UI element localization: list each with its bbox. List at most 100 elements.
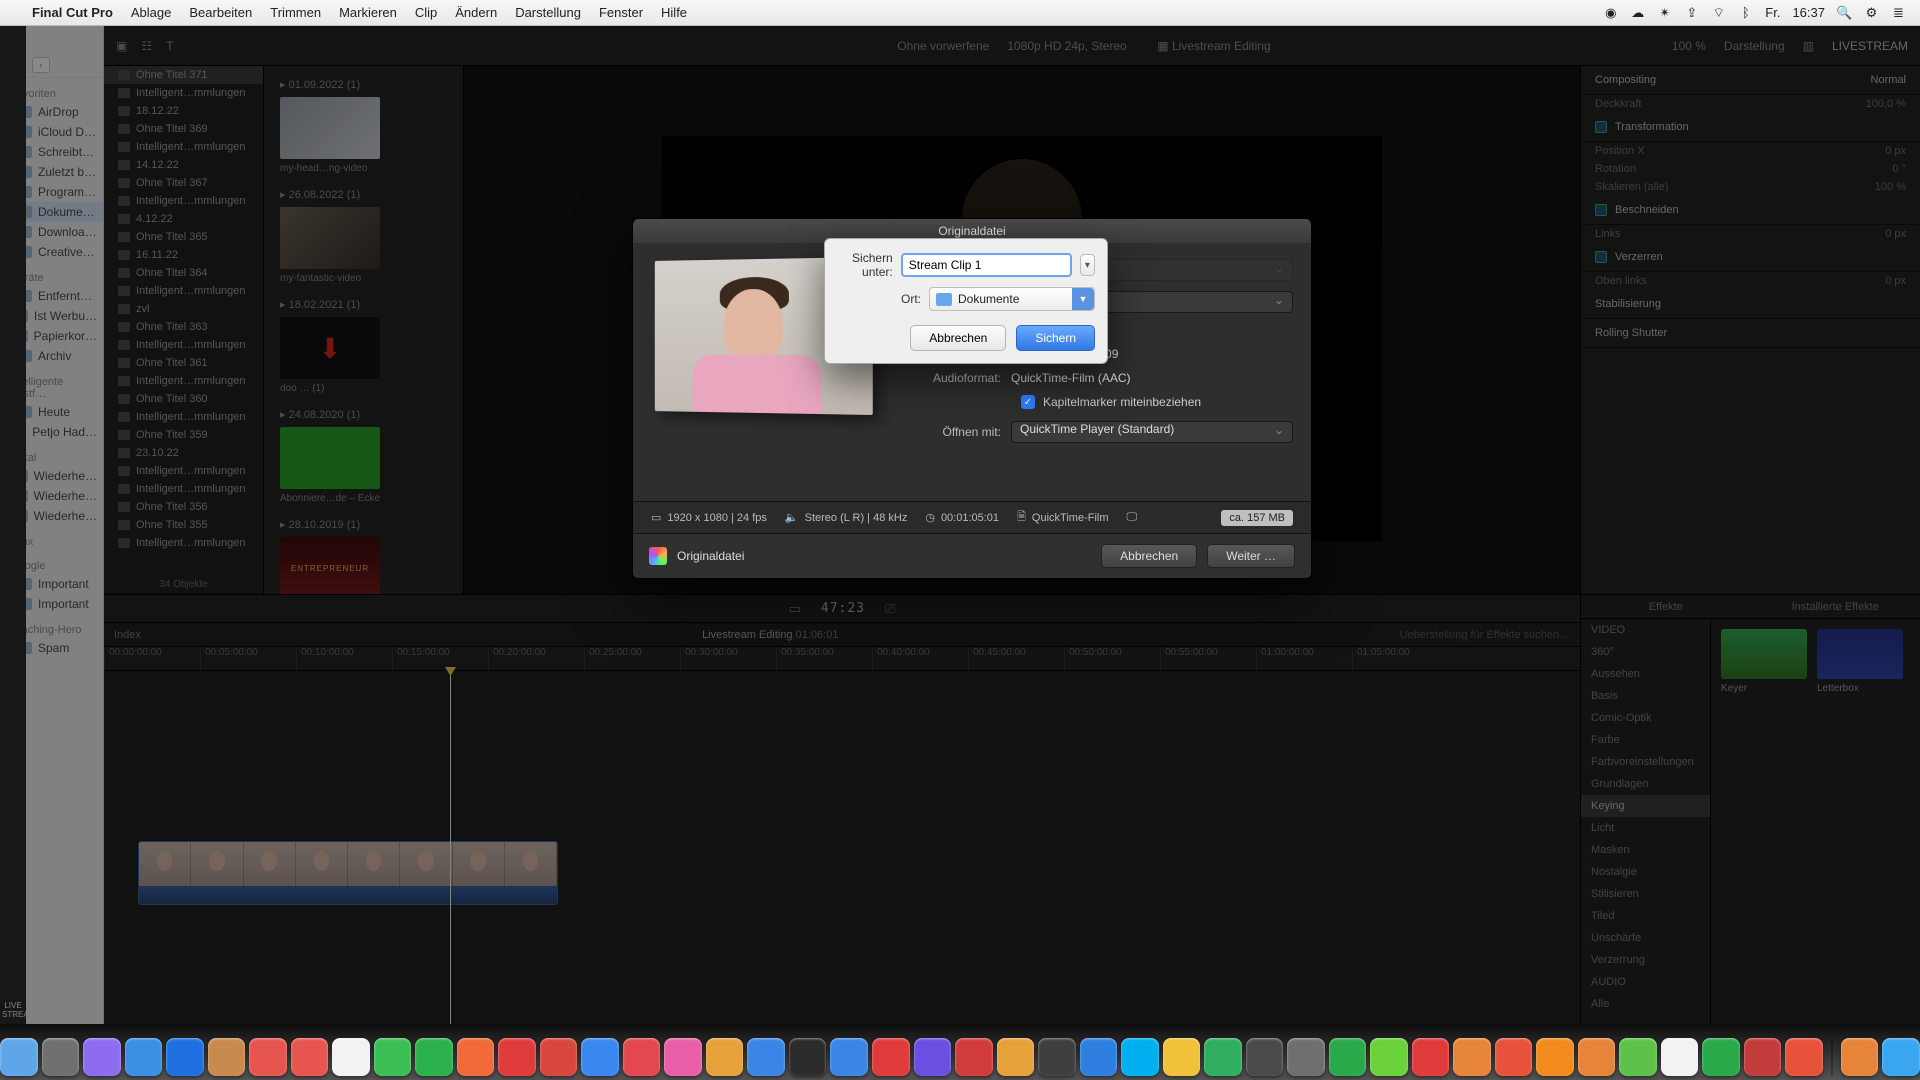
dock-app[interactable] xyxy=(1080,1038,1118,1076)
dock-app[interactable] xyxy=(1744,1038,1782,1076)
zoom-level[interactable]: 100 % xyxy=(1672,39,1706,53)
save-location-select[interactable]: Dokumente xyxy=(929,287,1095,311)
save-cancel-button[interactable]: Abbrechen xyxy=(910,325,1006,351)
library-item[interactable]: Intelligent…mmlungen xyxy=(104,534,263,552)
dock-app[interactable] xyxy=(1246,1038,1284,1076)
effect-category[interactable]: Tiled xyxy=(1581,905,1710,927)
notifications-icon[interactable]: ≣ xyxy=(1891,5,1906,20)
dock-app[interactable] xyxy=(540,1038,578,1076)
effects-tab[interactable]: Effekte xyxy=(1581,595,1751,618)
event-thumbnail[interactable]: ENTREPRENEUR xyxy=(280,537,380,594)
effect-category[interactable]: Comic-Optik xyxy=(1581,707,1710,729)
effect-category[interactable]: Aussehen xyxy=(1581,663,1710,685)
expand-save-dialog-button[interactable]: ▾ xyxy=(1080,254,1095,276)
dock-app[interactable] xyxy=(1619,1038,1657,1076)
effect-category[interactable]: Keying xyxy=(1581,795,1710,817)
timeline-clip[interactable]: LIVESTREAM xyxy=(138,841,558,905)
dock-app[interactable] xyxy=(1370,1038,1408,1076)
wifi-icon[interactable]: ⌔ xyxy=(1711,5,1726,20)
effect-category[interactable]: Verzerrung xyxy=(1581,949,1710,971)
effect-category[interactable]: Basis xyxy=(1581,685,1710,707)
chapters-checkbox[interactable]: ✓ xyxy=(1021,395,1035,409)
inspector-toggle-icon[interactable]: ▥ xyxy=(1803,39,1814,53)
titles-icon[interactable]: T xyxy=(166,39,173,53)
effect-category[interactable]: Farbvoreinstellungen xyxy=(1581,751,1710,773)
dock-app[interactable] xyxy=(581,1038,619,1076)
library-item[interactable]: Intelligent…mmlungen xyxy=(104,480,263,498)
library-sidebar[interactable]: Ohne Titel 371Intelligent…mmlungen18.12.… xyxy=(104,66,264,594)
library-item[interactable]: Intelligent…mmlungen xyxy=(104,336,263,354)
library-item[interactable]: Intelligent…mmlungen xyxy=(104,282,263,300)
library-item[interactable]: Ohne Titel 367 xyxy=(104,174,263,192)
inspector-section[interactable]: CompositingNormal xyxy=(1581,66,1920,95)
event-thumbnail[interactable] xyxy=(280,427,380,489)
installed-effects-tab[interactable]: Installierte Effekte xyxy=(1751,595,1920,618)
menu-trimmen[interactable]: Trimmen xyxy=(270,5,321,20)
library-item[interactable]: Ohne Titel 363 xyxy=(104,318,263,336)
photos-icon[interactable]: ☷ xyxy=(141,39,152,53)
library-item[interactable]: Intelligent…mmlungen xyxy=(104,372,263,390)
dock-app[interactable] xyxy=(332,1038,370,1076)
effect-category[interactable]: Nostalgie xyxy=(1581,861,1710,883)
dock-app[interactable] xyxy=(997,1038,1035,1076)
library-item[interactable]: zvl xyxy=(104,300,263,318)
dock-app[interactable] xyxy=(1453,1038,1491,1076)
effect-preset[interactable]: Keyer xyxy=(1721,629,1807,709)
inspector-section[interactable]: Stabilisierung xyxy=(1581,290,1920,319)
dock-app[interactable] xyxy=(789,1038,827,1076)
dock-app[interactable] xyxy=(42,1038,80,1076)
dock-app[interactable] xyxy=(83,1038,121,1076)
dock-app[interactable] xyxy=(1536,1038,1574,1076)
view-menu[interactable]: Darstellung xyxy=(1724,39,1785,53)
dock-app[interactable] xyxy=(1163,1038,1201,1076)
open-with-select[interactable]: QuickTime Player (Standard) xyxy=(1011,421,1293,443)
control-center-icon[interactable]: ⚙ xyxy=(1864,5,1879,20)
dock-app[interactable] xyxy=(1785,1038,1823,1076)
app-menu[interactable]: Final Cut Pro xyxy=(32,5,113,20)
timeline[interactable]: ▭ 47:23 ⎚ Index Livestream Editing 01:06… xyxy=(104,594,1580,1024)
timeline-tracks[interactable]: LIVESTREAM xyxy=(104,671,1580,1024)
library-item[interactable]: 23.10.22 xyxy=(104,444,263,462)
menu-markieren[interactable]: Markieren xyxy=(339,5,397,20)
dock-app[interactable] xyxy=(1882,1038,1920,1076)
dock-app[interactable] xyxy=(1578,1038,1616,1076)
menu-darstellung[interactable]: Darstellung xyxy=(515,5,581,20)
dock-app[interactable] xyxy=(1661,1038,1699,1076)
dock-app[interactable] xyxy=(1412,1038,1450,1076)
effect-category[interactable]: Stilisieren xyxy=(1581,883,1710,905)
effect-category[interactable]: Licht xyxy=(1581,817,1710,839)
dock-app[interactable] xyxy=(1495,1038,1533,1076)
library-item[interactable]: Ohne Titel 360 xyxy=(104,390,263,408)
inspector-section[interactable]: Transformation xyxy=(1581,113,1920,142)
tool-icon[interactable]: ▭ xyxy=(789,601,801,617)
effect-category[interactable]: 360° xyxy=(1581,641,1710,663)
effect-category[interactable]: Unschärfe xyxy=(1581,927,1710,949)
library-item[interactable]: 14.12.22 xyxy=(104,156,263,174)
event-thumbnail[interactable] xyxy=(280,317,380,379)
menu-fenster[interactable]: Fenster xyxy=(599,5,643,20)
library-item[interactable]: Ohne Titel 365 xyxy=(104,228,263,246)
export-cancel-button[interactable]: Abbrechen xyxy=(1101,544,1197,568)
status-icon[interactable]: ◉ xyxy=(1603,5,1618,20)
library-item[interactable]: 4.12.22 xyxy=(104,210,263,228)
events-browser[interactable]: ▸ 01.09.2022 (1)my-head…ng-video▸ 26.08.… xyxy=(264,66,464,594)
project-menu[interactable]: Ohne vorwerfene xyxy=(897,39,989,53)
event-thumbnail[interactable] xyxy=(280,97,380,159)
status-icon[interactable]: ⇪ xyxy=(1684,5,1699,20)
effect-category[interactable]: Alle xyxy=(1581,993,1710,1015)
dock-app[interactable] xyxy=(415,1038,453,1076)
effect-preset[interactable]: Letterbox xyxy=(1817,629,1903,709)
inspector-section[interactable]: Verzerren xyxy=(1581,243,1920,272)
dock-app[interactable] xyxy=(1287,1038,1325,1076)
dock-app[interactable] xyxy=(1841,1038,1879,1076)
library-item[interactable]: 16.11.22 xyxy=(104,246,263,264)
library-item[interactable]: Intelligent…mmlungen xyxy=(104,408,263,426)
dock-app[interactable] xyxy=(1121,1038,1159,1076)
effect-category[interactable]: Farbe xyxy=(1581,729,1710,751)
bluetooth-icon[interactable]: ᛒ xyxy=(1738,5,1753,20)
dock-app[interactable] xyxy=(291,1038,329,1076)
dock-app[interactable] xyxy=(706,1038,744,1076)
status-icon[interactable]: ☁︎ xyxy=(1630,5,1645,20)
dock-app[interactable] xyxy=(249,1038,287,1076)
effect-category[interactable]: Masken xyxy=(1581,839,1710,861)
